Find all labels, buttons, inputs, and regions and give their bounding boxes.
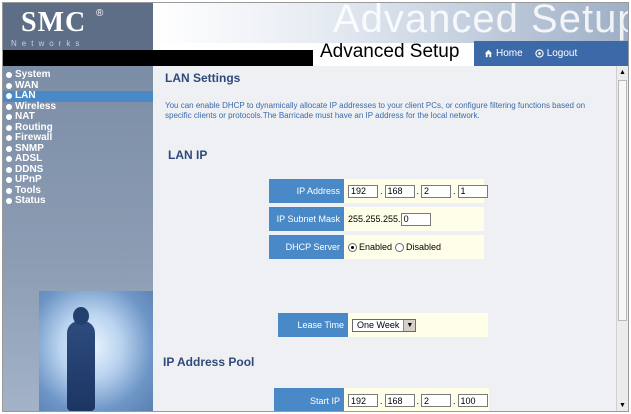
subnet-mask-prefix: 255.255.255. (348, 214, 401, 224)
dhcp-server-label: DHCP Server (269, 235, 344, 259)
start-ip-fields: . . . (344, 388, 489, 411)
sidebar-menu: System WAN LAN Wireless NAT Routing Fire… (3, 66, 153, 207)
ip-octet-2[interactable] (384, 184, 415, 198)
person-head (73, 307, 89, 325)
sidebar-item-nat[interactable]: NAT (3, 111, 153, 123)
sidebar-item-adsl[interactable]: ADSL (3, 153, 153, 165)
ip-octet-3[interactable] (421, 184, 452, 198)
logo-text: SMC (21, 7, 87, 38)
sidebar-item-label: System (15, 69, 51, 80)
bullet-icon (6, 124, 12, 131)
sidebar-item-label: ADSL (15, 153, 43, 164)
chevron-down-icon: ▼ (403, 319, 416, 331)
subnet-mask-label: IP Subnet Mask (269, 207, 344, 231)
bullet-icon (6, 156, 12, 163)
sidebar-item-label: UPnP (15, 174, 42, 185)
dhcp-server-options: Enabled Disabled (344, 235, 484, 259)
header: SMC ® Networks Advanced Setup Advanced S… (3, 3, 628, 66)
sidebar-item-lan[interactable]: LAN (3, 90, 153, 102)
sidebar: System WAN LAN Wireless NAT Routing Fire… (3, 66, 153, 411)
sidebar-item-upnp[interactable]: UPnP (3, 174, 153, 186)
dhcp-enabled-radio[interactable] (348, 242, 357, 252)
start-ip-octet-1[interactable] (348, 394, 378, 407)
lease-time-row: Lease Time One Week ▼ (278, 313, 488, 337)
main-content: LAN Settings You can enable DHCP to dyna… (153, 66, 616, 411)
dhcp-server-row: DHCP Server Enabled Disabled (269, 235, 484, 259)
lan-ip-heading: LAN IP (168, 148, 208, 162)
sidebar-item-status[interactable]: Status (3, 195, 153, 207)
bullet-icon (6, 187, 12, 194)
dhcp-disabled-radio[interactable] (395, 242, 405, 252)
scroll-down-icon[interactable]: ▼ (617, 400, 628, 411)
lease-time-label: Lease Time (278, 313, 348, 337)
home-label: Home (496, 48, 523, 59)
ip-octet-4[interactable] (457, 184, 488, 198)
logo-tagline: Networks (11, 39, 85, 48)
logout-icon (535, 49, 544, 58)
start-ip-octet-3[interactable] (421, 394, 452, 407)
bullet-icon (6, 198, 12, 205)
page-heading: LAN Settings (165, 71, 241, 85)
registered-mark: ® (96, 8, 104, 19)
header-banner: Advanced Setup (153, 3, 628, 43)
start-ip-octet-4[interactable] (457, 394, 488, 407)
bullet-icon (6, 72, 12, 79)
bullet-icon (6, 82, 12, 89)
subnet-mask-last[interactable] (400, 212, 431, 226)
bullet-icon (6, 177, 12, 184)
lease-time-value: One Week (357, 320, 400, 330)
ip-address-fields: . . . (344, 179, 488, 203)
subnet-mask-row: IP Subnet Mask 255.255.255. (269, 207, 484, 231)
sidebar-item-firewall[interactable]: Firewall (3, 132, 153, 144)
home-link[interactable]: Home (484, 48, 523, 59)
start-ip-octet-2[interactable] (384, 394, 415, 407)
sidebar-item-label: Firewall (15, 132, 53, 143)
dhcp-enabled-label: Enabled (359, 242, 393, 252)
scroll-up-icon[interactable]: ▲ (617, 67, 628, 78)
ip-address-label: IP Address (269, 179, 344, 203)
subnet-mask-fields: 255.255.255. (344, 207, 484, 231)
person-figure (67, 321, 95, 411)
page-title: Advanced Setup (320, 41, 460, 62)
home-icon (484, 49, 493, 58)
sidebar-item-system[interactable]: System (3, 69, 153, 81)
scroll-thumb[interactable] (618, 80, 627, 321)
logo: SMC ® Networks (3, 3, 153, 50)
header-watermark: Advanced Setup (333, 3, 628, 41)
sidebar-item-label: LAN (15, 90, 36, 101)
bullet-icon (6, 114, 12, 121)
bullet-icon (6, 103, 12, 110)
browser-frame: SMC ® Networks Advanced Setup Advanced S… (2, 2, 629, 412)
start-ip-row: Start IP . . . (274, 388, 489, 411)
dhcp-disabled-label: Disabled (406, 242, 442, 252)
bullet-icon (6, 135, 12, 142)
ip-octet-1[interactable] (348, 184, 378, 198)
ip-pool-heading: IP Address Pool (163, 355, 255, 369)
vertical-scrollbar[interactable]: ▲ ▼ (616, 66, 628, 411)
sidebar-item-label: NAT (15, 111, 35, 122)
sidebar-item-label: Status (15, 195, 46, 206)
top-nav: Home Logout (474, 41, 628, 66)
logout-link[interactable]: Logout (535, 48, 578, 59)
ip-address-row: IP Address . . . (269, 179, 488, 203)
logout-label: Logout (546, 48, 578, 59)
bullet-icon (6, 93, 12, 100)
lease-time-field: One Week ▼ (348, 313, 488, 337)
bullet-icon (6, 166, 12, 173)
sidebar-photo (39, 291, 153, 411)
page-description: You can enable DHCP to dynamically alloc… (165, 101, 586, 120)
bullet-icon (6, 145, 12, 152)
lease-time-select[interactable]: One Week ▼ (352, 318, 417, 332)
start-ip-label: Start IP (274, 388, 344, 411)
header-bar (3, 50, 313, 66)
